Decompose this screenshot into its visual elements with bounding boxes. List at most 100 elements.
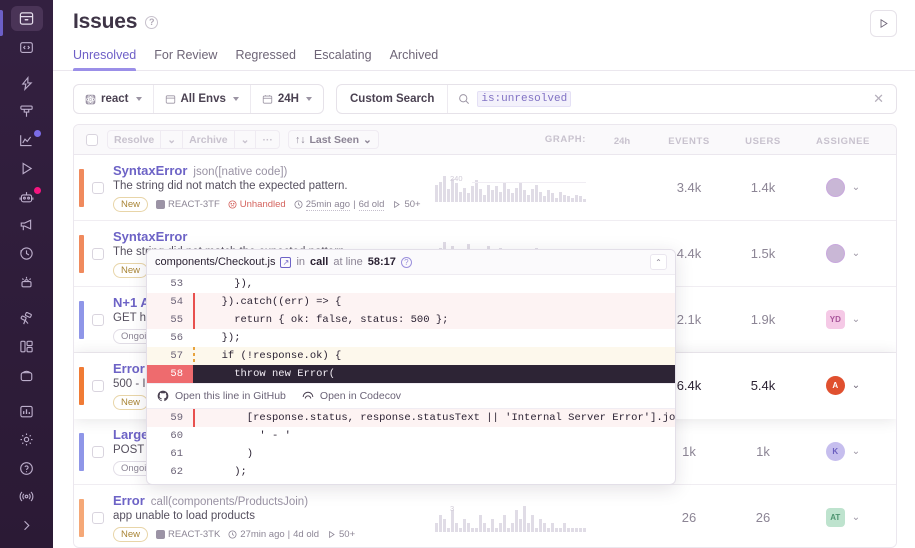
insights-badge-dot	[34, 130, 41, 137]
clear-search-icon[interactable]: ✕	[873, 91, 886, 107]
sidebar-item-issues[interactable]	[11, 6, 43, 31]
users-column-header[interactable]: USERS	[745, 136, 781, 147]
sidebar-item-performance[interactable]	[11, 71, 43, 96]
megaphone-icon	[19, 218, 34, 233]
tab-for-review[interactable]: For Review	[154, 48, 217, 70]
status-badge: New	[113, 527, 148, 542]
sparkline-bar	[467, 523, 470, 532]
archive-button[interactable]: Archive	[183, 131, 235, 148]
open-in-github-link[interactable]: Open this line in GitHub	[157, 390, 286, 402]
chevron-down-icon[interactable]: ⌄	[852, 380, 860, 391]
select-all-checkbox[interactable]	[86, 134, 98, 146]
avatar[interactable]: A	[826, 376, 845, 395]
external-link-icon[interactable]: ↗	[280, 257, 291, 268]
search-query-token: is:unresolved	[477, 91, 571, 107]
chevron-down-icon	[233, 97, 239, 101]
sidebar-item-releases[interactable]	[11, 363, 43, 388]
resolve-dropdown-chevron-down-icon[interactable]: ⌄	[161, 131, 183, 148]
sidebar-item-seer[interactable]	[11, 184, 43, 209]
open-in-codecov-link[interactable]: Open in Codecov	[302, 390, 401, 402]
avatar[interactable]: K	[826, 442, 845, 461]
sidebar-item-broadcasts[interactable]	[11, 484, 43, 509]
tab-archived[interactable]: Archived	[390, 48, 439, 70]
environment-filter[interactable]: All Envs	[154, 85, 251, 113]
issue-type[interactable]: Error	[113, 493, 145, 508]
more-actions-button[interactable]: ···	[256, 131, 279, 148]
sidebar-item-replays[interactable]	[11, 156, 43, 181]
sparkline-bar	[439, 182, 442, 202]
avatar[interactable]	[826, 178, 845, 197]
sidebar-item-discover[interactable]	[11, 306, 43, 331]
chevron-down-icon[interactable]: ⌄	[852, 446, 860, 457]
sidebar-item-insights[interactable]	[11, 127, 43, 152]
sentry-issues-page: Issues ? Unresolved For Review Regressed…	[0, 0, 915, 548]
play-triangle-icon	[392, 200, 401, 209]
row-checkbox[interactable]	[92, 248, 104, 260]
tab-escalating[interactable]: Escalating	[314, 48, 372, 70]
title-row: Issues ?	[73, 10, 895, 34]
row-checkbox[interactable]	[92, 314, 104, 326]
chevron-down-icon[interactable]: ⌄	[852, 182, 860, 193]
sidebar-item-expand[interactable]	[11, 513, 43, 538]
sort-button[interactable]: ↑↓ Last Seen ⌄	[288, 130, 379, 149]
issue-type[interactable]: SyntaxError	[113, 229, 187, 244]
sparkline-bar	[475, 528, 478, 532]
avatar[interactable]: AT	[826, 508, 845, 527]
table-row[interactable]: SyntaxError json([native code]) The stri…	[74, 155, 896, 221]
chevron-down-icon[interactable]: ⌄	[852, 248, 860, 259]
sidebar-item-projects[interactable]	[11, 34, 43, 59]
collapse-button[interactable]: ⌃	[650, 254, 667, 270]
sidebar-item-stats[interactable]	[11, 399, 43, 424]
sidebar-item-dashboards[interactable]	[11, 334, 43, 359]
sidebar-item-settings[interactable]	[11, 427, 43, 452]
row-checkbox[interactable]	[92, 446, 104, 458]
archive-dropdown-chevron-down-icon[interactable]: ⌄	[235, 131, 257, 148]
resolve-button[interactable]: Resolve	[108, 131, 161, 148]
issue-type[interactable]: SyntaxError	[113, 163, 187, 178]
timerange-filter[interactable]: 24H	[251, 85, 323, 113]
sparkline-bar	[443, 176, 446, 202]
chevron-down-icon: ⌄	[363, 134, 372, 146]
tab-unresolved[interactable]: Unresolved	[73, 48, 136, 70]
search-input[interactable]: is:unresolved ✕	[448, 85, 896, 113]
chevron-down-icon	[136, 97, 142, 101]
start-replay-button[interactable]	[870, 10, 897, 37]
siren-icon	[19, 275, 34, 290]
project-filter[interactable]: react	[74, 85, 154, 113]
play-triangle-icon	[327, 530, 336, 539]
popup-filename[interactable]: components/Checkout.js	[155, 256, 275, 268]
events-column-header[interactable]: EVENTS	[668, 136, 710, 147]
code-line-highlighted: 58 throw new Error(	[147, 365, 675, 383]
row-checkbox[interactable]	[92, 380, 104, 392]
chevron-down-icon[interactable]: ⌄	[852, 314, 860, 325]
chevron-down-icon[interactable]: ⌄	[852, 512, 860, 523]
sidebar-item-help[interactable]	[11, 456, 43, 481]
row-checkbox[interactable]	[92, 182, 104, 194]
help-question-icon[interactable]: ?	[145, 16, 158, 29]
page-header: Issues ?	[53, 0, 915, 34]
help-question-icon[interactable]: ?	[401, 257, 412, 268]
line-number: 59	[147, 412, 193, 424]
issue-culprit: The string did not match the expected pa…	[113, 180, 434, 192]
issues-table-header: Resolve ⌄ Archive ⌄ ··· ↑↓ Last Seen ⌄ G…	[74, 125, 896, 155]
sparkline-bar	[467, 193, 470, 202]
sidebar-item-crons[interactable]	[11, 270, 43, 295]
sidebar-item-traces[interactable]	[11, 99, 43, 124]
row-checkbox[interactable]	[92, 512, 104, 524]
code-line: 60 ' - '	[147, 427, 675, 445]
tab-regressed[interactable]: Regressed	[235, 48, 295, 70]
sort-label: Last Seen	[309, 134, 359, 146]
sidebar-item-history[interactable]	[11, 241, 43, 266]
graph-period-toggle[interactable]: 24h	[614, 136, 630, 147]
avatar[interactable]	[826, 244, 845, 263]
sparkline-bar	[487, 185, 490, 202]
users-count: 1.5k	[751, 246, 776, 261]
environment-filter-label: All Envs	[181, 93, 226, 105]
issue-type[interactable]: Error	[113, 361, 145, 376]
events-count: 6.4k	[677, 378, 702, 393]
sidebar-item-alerts[interactable]	[11, 213, 43, 238]
table-row[interactable]: Error call(components/ProductsJoin) app …	[74, 485, 896, 548]
popup-function-name: call	[310, 256, 328, 268]
avatar[interactable]: YD	[826, 310, 845, 329]
custom-search-button[interactable]: Custom Search	[337, 85, 448, 113]
